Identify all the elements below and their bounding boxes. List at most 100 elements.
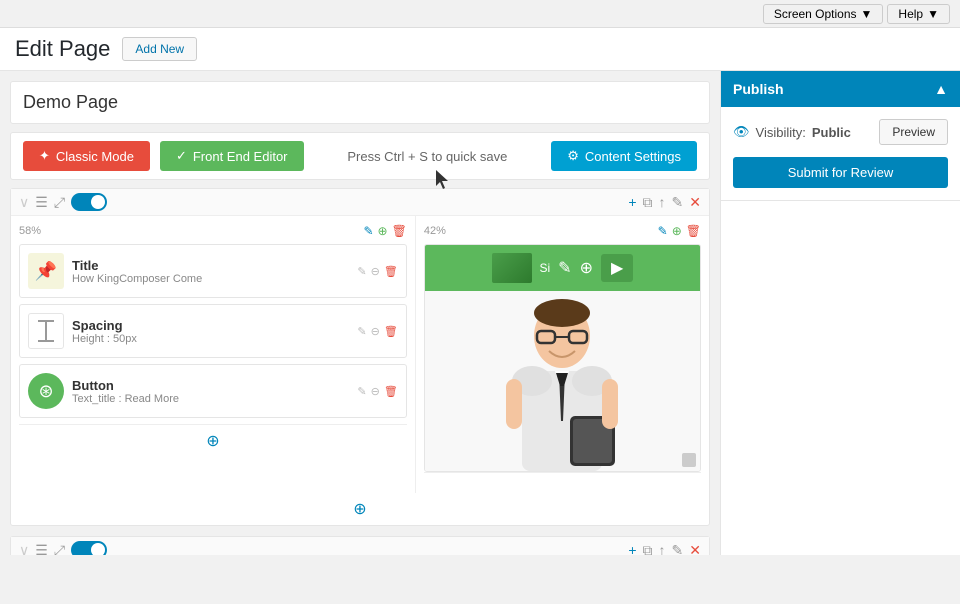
- column-2: 42% ✎ ⊕ 🗑: [416, 216, 709, 493]
- row2-toggle[interactable]: [71, 541, 107, 555]
- spacing-minus-icon[interactable]: ⊖: [371, 325, 380, 338]
- row-toggle[interactable]: [71, 193, 107, 211]
- list-icon[interactable]: ☰: [35, 194, 48, 211]
- col2-add-widget-button[interactable]: [424, 472, 701, 485]
- content-settings-label: Content Settings: [585, 149, 681, 164]
- spacing-edit-icon[interactable]: ✎: [357, 325, 366, 338]
- frontend-editor-button[interactable]: ✓ Front End Editor: [160, 141, 304, 171]
- spacing-delete-icon[interactable]: 🗑: [384, 325, 398, 338]
- title-widget-subtitle: How KingComposer Come: [72, 273, 349, 285]
- row2-edit-icon[interactable]: ✎: [672, 542, 684, 556]
- row-2: ∨ ☰ ⤢ + ⧉ ↑ ✎ ✕ 33%: [10, 536, 710, 555]
- content-settings-button[interactable]: ⚙ Content Settings: [551, 141, 697, 171]
- publish-section: Publish ▲ 👁 Visibility: Public Preview S…: [721, 71, 960, 201]
- row-1: ∨ ☰ ⤢ + ⧉ ↑ ✎ ✕ 58%: [10, 188, 710, 526]
- page-title-input[interactable]: [23, 92, 697, 113]
- title-widget-label: Title: [72, 258, 349, 273]
- row1-add-icon: ⊕: [353, 499, 366, 519]
- col1-percent: 58%: [19, 225, 41, 237]
- row2-import-icon[interactable]: ↑: [659, 542, 666, 555]
- help-label: Help: [898, 7, 923, 21]
- person-image-area: [425, 291, 700, 471]
- submit-review-button[interactable]: Submit for Review: [733, 157, 948, 188]
- publish-header: Publish ▲: [721, 71, 960, 107]
- publish-chevron[interactable]: ▲: [934, 81, 948, 97]
- row2-external-icon[interactable]: ⤢: [54, 542, 65, 556]
- import-icon[interactable]: ↑: [659, 194, 666, 210]
- widget-spacing[interactable]: Spacing Height : 50px ✎ ⊖ 🗑: [19, 304, 407, 358]
- help-chevron: ▼: [927, 7, 939, 21]
- single-image-widget[interactable]: Si ✎ ⊕ ▶: [424, 244, 701, 472]
- col2-actions: ✎ ⊕ 🗑: [658, 224, 701, 238]
- title-delete-icon[interactable]: 🗑: [384, 265, 398, 278]
- col1-add-widget-button[interactable]: ⊕: [19, 424, 407, 457]
- overlay-label: Si: [540, 261, 551, 275]
- visibility-label-group: 👁 Visibility: Public: [733, 124, 851, 140]
- col2-header: 42% ✎ ⊕ 🗑: [424, 224, 701, 238]
- row2-toolbar-left: ∨ ☰ ⤢: [19, 541, 107, 555]
- title-edit-icon[interactable]: ✎: [357, 265, 366, 278]
- col1-edit-icon[interactable]: ✎: [363, 224, 373, 238]
- add-icon[interactable]: +: [628, 194, 636, 210]
- button-widget-actions: ✎ ⊖ 🗑: [357, 385, 397, 398]
- classic-mode-icon: ✦: [39, 148, 50, 164]
- widget-button[interactable]: ⊛ Button Text_title : Read More ✎ ⊖ 🗑: [19, 364, 407, 418]
- row1-add-button[interactable]: ⊕: [11, 493, 709, 525]
- col1-header: 58% ✎ ⊕ 🗑: [19, 224, 407, 238]
- button-widget-icon: ⊛: [28, 373, 64, 409]
- col2-edit-icon[interactable]: ✎: [658, 224, 668, 238]
- external-icon[interactable]: ⤢: [54, 194, 65, 211]
- button-delete-icon[interactable]: 🗑: [384, 385, 398, 398]
- col1-delete-icon[interactable]: 🗑: [392, 224, 407, 238]
- frontend-icon: ✓: [176, 148, 187, 164]
- column-1: 58% ✎ ⊕ 🗑 📌 Title How KingComposer Come: [11, 216, 416, 493]
- screen-options-label: Screen Options: [774, 7, 857, 21]
- overlay-arrow-btn[interactable]: ▶: [601, 254, 633, 282]
- right-panel: Publish ▲ 👁 Visibility: Public Preview S…: [720, 71, 960, 555]
- resize-handle[interactable]: [682, 453, 696, 467]
- col2-delete-icon[interactable]: 🗑: [686, 224, 701, 238]
- row2-close-icon[interactable]: ✕: [689, 542, 701, 556]
- overlay-copy-btn[interactable]: ⊕: [580, 258, 593, 278]
- row2-list-icon[interactable]: ☰: [35, 542, 48, 556]
- screen-options-button[interactable]: Screen Options ▼: [763, 4, 884, 24]
- spacing-widget-icon: [28, 313, 64, 349]
- chevron-down-icon[interactable]: ∨: [19, 194, 29, 211]
- row-toolbar-left: ∨ ☰ ⤢: [19, 193, 107, 211]
- col2-add-icon[interactable]: ⊕: [672, 224, 682, 238]
- classic-mode-button[interactable]: ✦ Classic Mode: [23, 141, 150, 171]
- page-title: Edit Page: [15, 36, 110, 62]
- screen-options-chevron: ▼: [861, 7, 873, 21]
- help-button[interactable]: Help ▼: [887, 4, 950, 24]
- gear-icon: ⚙: [567, 148, 579, 164]
- spacing-widget-actions: ✎ ⊖ 🗑: [357, 325, 397, 338]
- visibility-row: 👁 Visibility: Public Preview: [733, 119, 948, 145]
- close-icon[interactable]: ✕: [689, 194, 701, 211]
- overlay-edit-btn[interactable]: ✎: [558, 258, 571, 278]
- top-bar: Screen Options ▼ Help ▼: [0, 0, 960, 28]
- spacing-widget-label: Spacing: [72, 318, 349, 333]
- title-minus-icon[interactable]: ⊖: [371, 265, 380, 278]
- button-edit-icon[interactable]: ✎: [357, 385, 366, 398]
- spacing-widget-subtitle: Height : 50px: [72, 333, 349, 345]
- add-new-button[interactable]: Add New: [122, 37, 197, 61]
- spacing-widget-info: Spacing Height : 50px: [72, 318, 349, 345]
- classic-mode-label: Classic Mode: [56, 149, 134, 164]
- quick-save-text: Press Ctrl + S to quick save: [314, 149, 542, 164]
- visibility-label: Visibility:: [756, 125, 806, 140]
- row2-add-icon[interactable]: +: [628, 542, 636, 555]
- col2-percent: 42%: [424, 225, 446, 237]
- visibility-value: Public: [812, 125, 851, 140]
- row2-copy-icon[interactable]: ⧉: [643, 542, 653, 556]
- widget-title[interactable]: 📌 Title How KingComposer Come ✎ ⊖ 🗑: [19, 244, 407, 298]
- row2-chevron-icon[interactable]: ∨: [19, 542, 29, 556]
- edit-icon[interactable]: ✎: [672, 194, 684, 211]
- preview-button[interactable]: Preview: [879, 119, 948, 145]
- eye-icon: 👁: [733, 124, 750, 140]
- button-minus-icon[interactable]: ⊖: [371, 385, 380, 398]
- copy-icon[interactable]: ⧉: [643, 194, 653, 211]
- col1-add-icon[interactable]: ⊕: [378, 224, 388, 238]
- overlay-thumbnail: [492, 253, 532, 283]
- page-header: Edit Page Add New: [0, 28, 960, 71]
- person-svg: [492, 291, 632, 471]
